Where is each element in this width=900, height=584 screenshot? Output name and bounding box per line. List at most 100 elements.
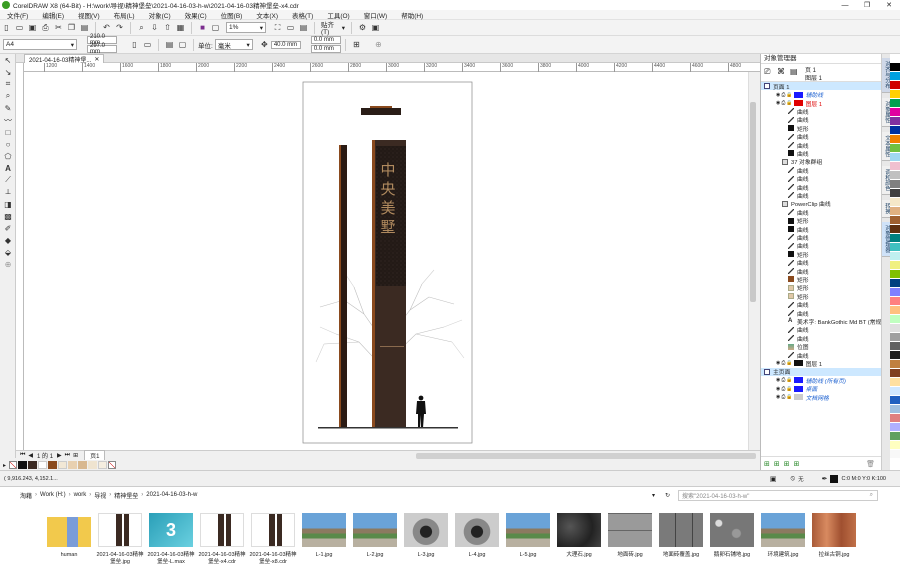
layer-color-swatch[interactable] [793, 99, 803, 106]
menu-item-10[interactable]: 窗口(W) [357, 10, 394, 20]
page-size-combo[interactable]: A4 ▾ [3, 39, 77, 50]
object-tree-row[interactable]: 曲线 [761, 242, 881, 250]
file-item[interactable]: 鹅卵石铺地.jpg [707, 509, 757, 584]
current-page-icon[interactable]: ▢ [177, 39, 188, 50]
file-item[interactable]: 2021-04-16-03精神堡垒-x8.cdr [248, 509, 298, 584]
publish-pdf-icon[interactable]: ▦ [175, 22, 186, 33]
swatch-tan[interactable] [78, 461, 88, 469]
breadcrumb-item[interactable]: 导视 [94, 491, 106, 500]
palette-swatch[interactable] [890, 288, 900, 297]
add-tool-icon[interactable]: ⊕ [0, 258, 16, 270]
lock-toggle-icon[interactable]: 🔒 [786, 386, 792, 392]
lock-toggle-icon[interactable]: 🔒 [786, 100, 792, 106]
object-tree-row[interactable]: 37 对象群组 [761, 158, 881, 166]
breadcrumb-item[interactable]: Work (H:) [40, 492, 66, 498]
palette-swatch[interactable] [890, 405, 900, 414]
launch-icon[interactable]: ▣ [370, 22, 381, 33]
palette-swatch[interactable] [890, 99, 900, 108]
duplicate-x-field[interactable]: 0.0 mm [310, 36, 341, 44]
menu-item-11[interactable]: 帮助(H) [394, 10, 430, 20]
object-tree-row[interactable]: 曲线 [761, 141, 881, 150]
color-eyedropper-icon[interactable]: ✐ [0, 222, 16, 234]
layer-manager-icon[interactable]: ▤ [790, 67, 798, 76]
welcome-screen-icon[interactable]: ▢ [210, 22, 221, 33]
add-icon[interactable]: ⊕ [373, 39, 384, 50]
transparency-tool-icon[interactable]: ▩ [0, 210, 16, 222]
cut-icon[interactable]: ✂ [53, 22, 64, 33]
vertical-ruler[interactable] [16, 63, 24, 451]
portrait-icon[interactable]: ▯ [129, 39, 140, 50]
freehand-tool-icon[interactable]: ✎ [0, 102, 16, 114]
file-item[interactable]: 2021-04-16-03精神堡垒.jpg [95, 509, 145, 584]
palette-swatch[interactable] [890, 369, 900, 378]
palette-swatch[interactable] [890, 342, 900, 351]
swatch-black[interactable] [18, 461, 28, 469]
object-tree-row[interactable]: 曲线 [761, 107, 881, 116]
prev-page-icon[interactable]: ◀ [28, 452, 33, 459]
ellipse-tool-icon[interactable]: ○ [0, 138, 16, 150]
new-master-even-icon[interactable]: ⊞ [784, 460, 790, 468]
palette-swatch[interactable] [890, 423, 900, 432]
palette-arrow-icon[interactable]: ▸ [3, 462, 6, 469]
object-tree-row[interactable]: 矩形 [761, 124, 881, 133]
palette-swatch[interactable] [890, 441, 900, 450]
interactive-fill-icon[interactable]: ◆ [0, 234, 16, 246]
first-page-icon[interactable]: ⏮ [20, 452, 25, 459]
palette-swatch[interactable] [890, 252, 900, 261]
shape-tool-icon[interactable]: ↘ [0, 66, 16, 78]
palette-swatch[interactable] [890, 117, 900, 126]
file-item[interactable]: L-4.jpg [452, 509, 502, 584]
print-icon[interactable]: ⎙ [40, 22, 51, 33]
palette-swatch[interactable] [890, 108, 900, 117]
layer-view-icon[interactable]: ⎚ [764, 67, 770, 77]
object-tree-row[interactable]: 曲线 [761, 166, 881, 175]
print-toggle-icon[interactable]: ⎙ [781, 394, 785, 400]
palette-swatch[interactable] [890, 225, 900, 234]
paste-icon[interactable]: ▤ [79, 22, 90, 33]
app-launcher-icon[interactable]: ■ [197, 22, 208, 33]
text-tool-icon[interactable]: A [0, 162, 16, 174]
color-proofing-icon[interactable]: ▣ [770, 475, 777, 483]
refresh-icon[interactable]: ↻ [665, 492, 670, 499]
file-item[interactable]: L-5.jpg [503, 509, 553, 584]
file-item[interactable]: 2021-04-16-03精神堡垒-x4.cdr [197, 509, 247, 584]
breadcrumb-item[interactable]: 精神堡垒 [114, 491, 138, 500]
horizontal-scrollbar[interactable] [416, 452, 756, 459]
palette-swatch[interactable] [890, 234, 900, 243]
close-button[interactable]: ✕ [878, 0, 900, 10]
object-tree-row[interactable]: 曲线 [761, 334, 881, 343]
delete-icon[interactable]: 🗑 [866, 460, 875, 468]
object-tree-row[interactable]: 矩形 [761, 250, 881, 259]
open-folder-icon[interactable]: ▭ [14, 22, 25, 33]
palette-swatch[interactable] [890, 333, 900, 342]
file-item[interactable]: human [44, 509, 94, 584]
print-toggle-icon[interactable]: ⎙ [781, 377, 785, 383]
palette-swatch[interactable] [890, 126, 900, 135]
swatch-beige[interactable] [98, 461, 108, 469]
palette-swatch[interactable] [890, 54, 900, 63]
menu-item-7[interactable]: 文本(X) [249, 10, 285, 20]
dropdown-icon[interactable]: ▾ [652, 492, 655, 499]
object-tree-row[interactable]: 曲线 [761, 258, 881, 267]
restore-button[interactable]: ❐ [856, 0, 878, 10]
zoom-level-combo[interactable]: 1% ▾ [226, 22, 266, 33]
file-item[interactable]: 3 2021-04-16-03精神堡垒-L.max [146, 509, 196, 584]
object-tree-row[interactable]: 曲线 [761, 116, 881, 124]
show-properties-icon[interactable]: ⌘ [777, 67, 785, 76]
lock-toggle-icon[interactable]: 🔒 [786, 394, 792, 400]
document-tab[interactable]: 2021-04-16-03精神堡... ✕ [24, 54, 105, 64]
add-page-icon[interactable]: ⊞ [73, 452, 78, 459]
breadcrumb-item[interactable]: 2021-04-16-03-h-w [146, 492, 197, 498]
polygon-tool-icon[interactable]: ⬠ [0, 150, 16, 162]
minimize-button[interactable]: — [834, 0, 856, 10]
object-tree-row[interactable]: 矩形 [761, 284, 881, 292]
swatch-copper[interactable] [48, 461, 58, 469]
crop-tool-icon[interactable]: ⌗ [0, 78, 16, 90]
zoom-tool-icon[interactable]: ⌕ [0, 90, 16, 102]
smart-fill-icon[interactable]: ⬙ [0, 246, 16, 258]
menu-item-6[interactable]: 位图(B) [214, 10, 250, 20]
pick-tool-icon[interactable]: ↖ [0, 54, 16, 66]
new-master-odd-icon[interactable]: ⊞ [794, 460, 800, 468]
export-icon[interactable]: ⇧ [162, 22, 173, 33]
swatch-ivory[interactable] [58, 461, 68, 469]
